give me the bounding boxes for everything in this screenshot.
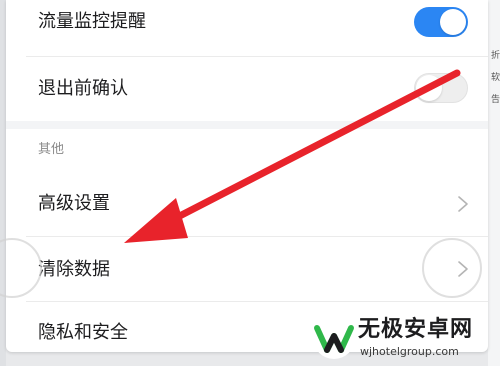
watermark: 无极安卓网 wjhotelgroup.com [312,316,496,364]
background-glyph: 折 [491,51,500,61]
watermark-title: 无极安卓网 [358,317,474,342]
section-header-other: 其他 [38,142,65,157]
section-gap [6,121,488,129]
setting-row-advanced[interactable]: 高级设置 [6,172,488,236]
setting-row-traffic-monitor[interactable]: 流量监控提醒 [6,0,488,56]
chevron-right-icon [458,196,468,212]
watermark-url: wjhotelgroup.com [360,345,459,358]
setting-label: 隐私和安全 [38,322,128,343]
site-logo-icon [313,317,355,359]
exit-confirm-toggle[interactable] [414,73,468,103]
setting-label: 流量监控提醒 [38,11,146,32]
toggle-knob [440,9,466,35]
setting-label: 清除数据 [38,259,110,280]
traffic-monitor-toggle[interactable] [414,7,468,37]
screen: 折 软 告 流量监控提醒 退出前确认 其他 高级设置 清除数据 隐私和安全 无极… [0,0,500,366]
setting-label: 高级设置 [38,193,110,214]
settings-panel: 流量监控提醒 退出前确认 其他 高级设置 清除数据 隐私和安全 [6,0,488,352]
background-glyph: 告 [491,95,500,105]
setting-label: 退出前确认 [38,78,128,99]
setting-row-exit-confirm[interactable]: 退出前确认 [6,57,488,121]
forward-gesture-circle [422,238,482,298]
background-glyph: 软 [491,73,500,83]
setting-row-clear-data[interactable]: 清除数据 [6,237,488,301]
toggle-knob [416,75,442,101]
